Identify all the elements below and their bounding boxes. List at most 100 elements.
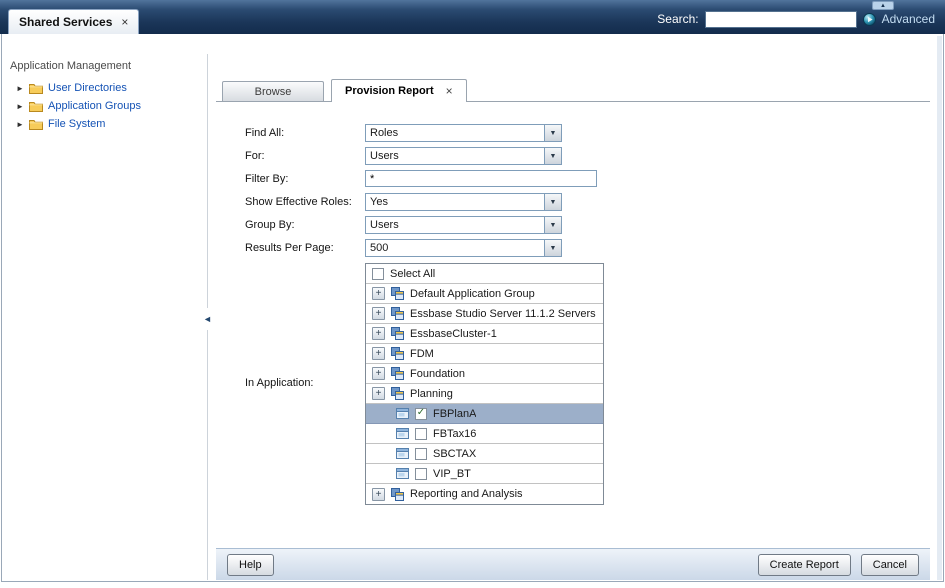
application-icon bbox=[396, 447, 409, 460]
cancel-button[interactable]: Cancel bbox=[861, 554, 919, 576]
app-group-label: EssbaseCluster-1 bbox=[410, 328, 497, 340]
expand-plus-icon[interactable]: + bbox=[372, 347, 385, 360]
expand-plus-icon[interactable]: + bbox=[372, 287, 385, 300]
expand-plus-icon[interactable]: + bbox=[372, 307, 385, 320]
results-per-page-value: 500 bbox=[366, 240, 544, 256]
tree-item-application-groups[interactable]: ► Application Groups bbox=[16, 97, 141, 115]
tab-shared-services[interactable]: Shared Services × bbox=[8, 9, 139, 34]
application-group-icon bbox=[391, 347, 404, 360]
for-value: Users bbox=[366, 148, 544, 164]
expand-icon[interactable]: ► bbox=[16, 84, 24, 93]
check-icon: ✓ bbox=[417, 408, 425, 418]
help-button[interactable]: Help bbox=[227, 554, 274, 576]
chevron-down-icon[interactable]: ▼ bbox=[544, 240, 561, 256]
top-bar: Shared Services × ▲ Search: Advanced bbox=[0, 0, 945, 34]
filter-by-input[interactable] bbox=[365, 170, 597, 187]
search-area: Search: Advanced bbox=[657, 10, 935, 28]
folder-icon bbox=[29, 83, 43, 94]
application-management-tree: ► User Directories ► Application Groups … bbox=[16, 79, 141, 133]
footer-bar: Help Create Report Cancel bbox=[216, 548, 930, 580]
group-by-select[interactable]: Users ▼ bbox=[365, 216, 562, 234]
tab-divider-line bbox=[216, 101, 930, 102]
expand-plus-icon[interactable]: + bbox=[372, 387, 385, 400]
tree-item-label[interactable]: File System bbox=[48, 118, 105, 130]
for-select[interactable]: Users ▼ bbox=[365, 147, 562, 165]
expand-icon[interactable]: ► bbox=[16, 102, 24, 111]
row-foundation[interactable]: + Foundation bbox=[366, 364, 603, 384]
select-all-row[interactable]: Select All bbox=[366, 264, 603, 284]
expand-plus-icon[interactable]: + bbox=[372, 488, 385, 501]
tab-shared-services-label: Shared Services bbox=[19, 15, 112, 29]
advanced-link[interactable]: Advanced bbox=[882, 12, 935, 26]
application-icon bbox=[396, 427, 409, 440]
find-all-label: Find All: bbox=[245, 127, 284, 139]
application-icon bbox=[396, 467, 409, 480]
tab-provision-report[interactable]: Provision Report × bbox=[331, 79, 467, 102]
fbtax16-checkbox[interactable] bbox=[415, 428, 427, 440]
fbplana-checkbox[interactable]: ✓ bbox=[415, 408, 427, 420]
row-essbasecluster-1[interactable]: + EssbaseCluster-1 bbox=[366, 324, 603, 344]
application-group-icon bbox=[391, 488, 404, 501]
results-per-page-select[interactable]: 500 ▼ bbox=[365, 239, 562, 257]
application-group-icon bbox=[391, 307, 404, 320]
select-all-label: Select All bbox=[390, 268, 435, 280]
app-label: FBTax16 bbox=[433, 428, 476, 440]
row-vip-bt[interactable]: VIP_BT bbox=[366, 464, 603, 484]
shared-services-window: Shared Services × ▲ Search: Advanced bbox=[0, 0, 945, 588]
close-icon[interactable]: × bbox=[446, 84, 453, 98]
create-report-button[interactable]: Create Report bbox=[758, 554, 851, 576]
find-all-value: Roles bbox=[366, 125, 544, 141]
app-label: SBCTAX bbox=[433, 448, 476, 460]
advanced-search-icon bbox=[863, 13, 876, 26]
tree-item-label[interactable]: User Directories bbox=[48, 82, 127, 94]
row-planning[interactable]: + Planning bbox=[366, 384, 603, 404]
app-group-label: Essbase Studio Server 11.1.2 Servers bbox=[410, 308, 596, 320]
app-label: VIP_BT bbox=[433, 468, 471, 480]
row-essbase-studio-server[interactable]: + Essbase Studio Server 11.1.2 Servers bbox=[366, 304, 603, 324]
show-effective-roles-label: Show Effective Roles: bbox=[245, 196, 352, 208]
select-all-checkbox[interactable] bbox=[372, 268, 384, 280]
application-group-icon bbox=[391, 367, 404, 380]
left-panel-title: Application Management bbox=[10, 60, 131, 72]
expand-plus-icon[interactable]: + bbox=[372, 327, 385, 340]
search-label: Search: bbox=[657, 12, 698, 26]
row-sbctax[interactable]: SBCTAX bbox=[366, 444, 603, 464]
application-group-icon bbox=[391, 287, 404, 300]
row-fbtax16[interactable]: FBTax16 bbox=[366, 424, 603, 444]
filter-by-label: Filter By: bbox=[245, 173, 288, 185]
tree-item-user-directories[interactable]: ► User Directories bbox=[16, 79, 141, 97]
tree-item-label[interactable]: Application Groups bbox=[48, 100, 141, 112]
tree-item-file-system[interactable]: ► File System bbox=[16, 115, 141, 133]
right-panel-strip bbox=[937, 36, 942, 580]
tab-provision-report-label: Provision Report bbox=[345, 85, 434, 97]
expand-plus-icon[interactable]: + bbox=[372, 367, 385, 380]
show-effective-roles-value: Yes bbox=[366, 194, 544, 210]
scroll-up-icon[interactable]: ▲ bbox=[872, 1, 894, 10]
chevron-down-icon[interactable]: ▼ bbox=[544, 217, 561, 233]
group-by-value: Users bbox=[366, 217, 544, 233]
results-per-page-label: Results Per Page: bbox=[245, 242, 334, 254]
for-label: For: bbox=[245, 150, 265, 162]
row-reporting-and-analysis[interactable]: + Reporting and Analysis bbox=[366, 484, 603, 504]
expand-icon[interactable]: ► bbox=[16, 120, 24, 129]
row-default-application-group[interactable]: + Default Application Group bbox=[366, 284, 603, 304]
row-fbplana[interactable]: ✓ FBPlanA bbox=[366, 404, 603, 424]
row-fdm[interactable]: + FDM bbox=[366, 344, 603, 364]
application-icon bbox=[396, 407, 409, 420]
application-group-icon bbox=[391, 327, 404, 340]
app-group-label: Reporting and Analysis bbox=[410, 488, 523, 500]
app-group-label: FDM bbox=[410, 348, 434, 360]
search-input[interactable] bbox=[705, 11, 857, 28]
collapse-panel-arrow-icon[interactable]: ◄ bbox=[202, 308, 213, 330]
chevron-down-icon[interactable]: ▼ bbox=[544, 125, 561, 141]
show-effective-roles-select[interactable]: Yes ▼ bbox=[365, 193, 562, 211]
vip-bt-checkbox[interactable] bbox=[415, 468, 427, 480]
sbctax-checkbox[interactable] bbox=[415, 448, 427, 460]
chevron-down-icon[interactable]: ▼ bbox=[544, 194, 561, 210]
close-icon[interactable]: × bbox=[121, 15, 128, 29]
group-by-label: Group By: bbox=[245, 219, 295, 231]
tab-browse[interactable]: Browse bbox=[222, 81, 324, 101]
application-group-icon bbox=[391, 387, 404, 400]
chevron-down-icon[interactable]: ▼ bbox=[544, 148, 561, 164]
find-all-select[interactable]: Roles ▼ bbox=[365, 124, 562, 142]
